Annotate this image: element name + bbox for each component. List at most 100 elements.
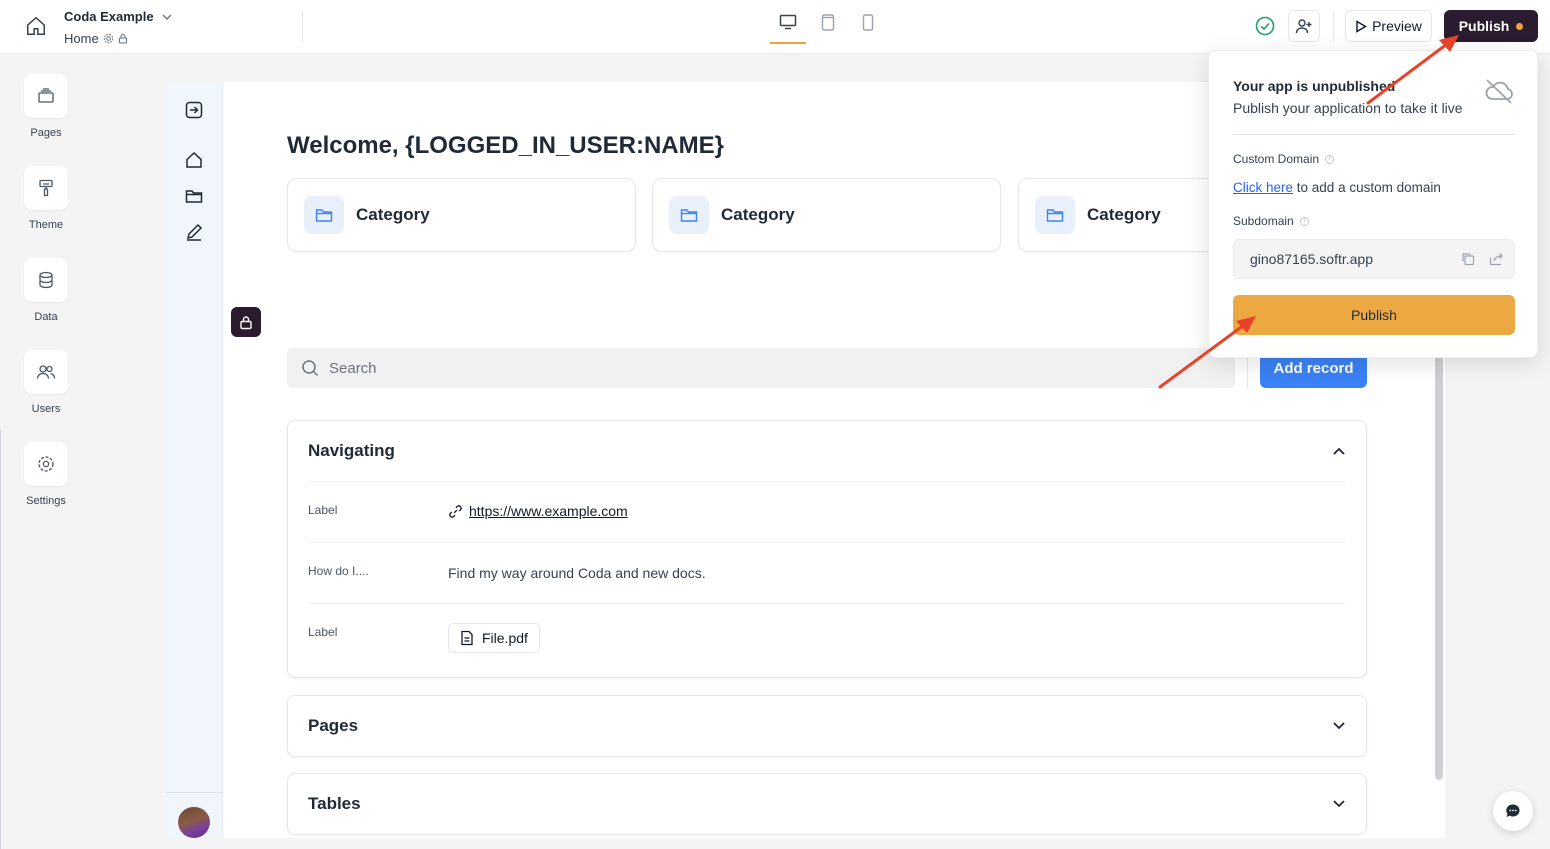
preview-button[interactable]: Preview xyxy=(1345,10,1432,42)
row-value: https://www.example.com xyxy=(448,503,628,519)
accordion-tables[interactable]: Tables xyxy=(287,773,1367,835)
chevron-down-icon[interactable] xyxy=(160,10,174,24)
custom-domain-text: Click here to add a custom domain xyxy=(1233,180,1441,195)
app-preview-sidebar xyxy=(166,82,223,838)
search-placeholder: Search xyxy=(329,359,377,377)
category-label: Category xyxy=(1087,205,1161,224)
list-item: Label https://www.example.com xyxy=(308,481,1346,542)
publish-button[interactable]: Publish xyxy=(1444,10,1538,42)
folder-icon xyxy=(185,190,203,203)
mobile-view-button[interactable] xyxy=(850,14,886,44)
accordion-header[interactable]: Navigating xyxy=(288,421,1366,481)
row-value: Find my way around Coda and new docs. xyxy=(448,565,706,581)
divider xyxy=(1233,134,1515,135)
left-rail: Pages Theme Data Users Settings xyxy=(0,54,92,849)
rail-item-settings[interactable]: Settings xyxy=(24,442,68,507)
accordion-header[interactable]: Tables xyxy=(288,774,1366,834)
subdomain-field[interactable]: gino87165.softr.app xyxy=(1233,239,1515,279)
gear-icon xyxy=(103,33,113,44)
info-icon[interactable]: i xyxy=(1325,154,1335,164)
label-text: Custom Domain xyxy=(1233,152,1320,166)
url-link[interactable]: https://www.example.com xyxy=(469,503,628,519)
rail-item-data[interactable]: Data xyxy=(24,258,68,323)
check-circle-icon[interactable] xyxy=(1254,15,1276,37)
file-attachment[interactable]: File.pdf xyxy=(448,623,540,653)
tablet-view-button[interactable] xyxy=(810,14,846,44)
file-icon xyxy=(461,630,473,646)
accordion-navigating: Navigating Label https://www.example.com… xyxy=(287,420,1367,678)
invite-user-button[interactable] xyxy=(1288,10,1320,42)
copy-icon[interactable] xyxy=(1461,252,1475,266)
rail-item-theme[interactable]: Theme xyxy=(24,166,68,231)
list-item: How do I.... Find my way around Coda and… xyxy=(308,542,1346,603)
scrollbar[interactable] xyxy=(1435,355,1443,780)
users-icon xyxy=(24,350,68,394)
avatar[interactable] xyxy=(178,806,210,838)
external-link-icon[interactable] xyxy=(1489,252,1504,266)
nav-folders[interactable] xyxy=(183,185,205,207)
home-icon xyxy=(27,16,45,35)
file-name: File.pdf xyxy=(482,630,528,646)
lock-icon xyxy=(240,315,252,329)
page-selector[interactable]: Home xyxy=(64,31,128,46)
label-text: Subdomain xyxy=(1233,214,1294,228)
mobile-icon xyxy=(862,14,874,31)
search-input[interactable]: Search xyxy=(287,348,1235,388)
nav-home[interactable] xyxy=(183,149,205,171)
confirm-publish-button[interactable]: Publish xyxy=(1233,295,1515,335)
accordion-header[interactable]: Pages xyxy=(288,696,1366,756)
category-label: Category xyxy=(356,205,430,224)
nav-edit[interactable] xyxy=(183,221,205,243)
accordion-title: Pages xyxy=(308,716,359,735)
pen-icon xyxy=(186,223,203,241)
divider xyxy=(1333,10,1334,42)
lock-icon xyxy=(118,33,127,44)
home-icon xyxy=(186,151,202,168)
app-name[interactable]: Coda Example xyxy=(64,9,154,24)
popover-description: Publish your application to take it live xyxy=(1233,100,1463,116)
play-icon xyxy=(1356,19,1367,33)
subdomain-label: Subdomain i xyxy=(1233,214,1309,228)
row-label: Label xyxy=(308,625,338,639)
arrow-right-square-icon xyxy=(185,101,203,119)
lock-badge[interactable] xyxy=(231,307,261,337)
category-card[interactable]: Category xyxy=(287,178,636,252)
accordion-pages[interactable]: Pages xyxy=(287,695,1367,757)
chevron-down-icon[interactable] xyxy=(1332,799,1346,809)
page-title: Welcome, {LOGGED_IN_USER:NAME} xyxy=(287,132,724,159)
accordion-title: Navigating xyxy=(308,441,395,460)
chat-icon xyxy=(1506,804,1520,817)
chevron-up-icon[interactable] xyxy=(1332,446,1346,456)
publish-label: Publish xyxy=(1458,18,1510,34)
accordion-title: Tables xyxy=(308,794,361,813)
divider xyxy=(302,10,303,42)
chat-button[interactable] xyxy=(1493,791,1533,831)
home-button[interactable] xyxy=(22,12,50,40)
category-card[interactable]: Category xyxy=(652,178,1001,252)
popover-title: Your app is unpublished xyxy=(1233,78,1396,94)
list-item: Label File.pdf xyxy=(308,603,1346,677)
rail-item-pages[interactable]: Pages xyxy=(24,74,68,139)
add-custom-domain-link[interactable]: Click here xyxy=(1233,180,1293,195)
category-label: Category xyxy=(721,205,795,224)
info-icon[interactable]: i xyxy=(1299,216,1309,226)
gear-icon xyxy=(24,442,68,486)
chevron-down-icon[interactable] xyxy=(1332,721,1346,731)
folder-icon xyxy=(669,196,709,234)
rail-label: Users xyxy=(31,403,61,415)
rail-item-users[interactable]: Users xyxy=(24,350,68,415)
unpublished-dot xyxy=(1516,22,1524,30)
custom-domain-hint: to add a custom domain xyxy=(1293,180,1441,195)
rail-label: Pages xyxy=(30,127,62,139)
preview-label: Preview xyxy=(1372,18,1422,34)
search-icon xyxy=(302,360,319,377)
desktop-view-button[interactable] xyxy=(770,14,806,44)
user-plus-icon xyxy=(1295,19,1312,34)
folder-icon xyxy=(1035,196,1075,234)
publish-popover: Your app is unpublished Publish your app… xyxy=(1208,50,1538,358)
row-label: Label xyxy=(308,503,338,517)
tablet-icon xyxy=(821,14,835,31)
folder-icon xyxy=(304,196,344,234)
expand-sidebar-button[interactable] xyxy=(183,99,205,121)
divider xyxy=(166,792,223,793)
